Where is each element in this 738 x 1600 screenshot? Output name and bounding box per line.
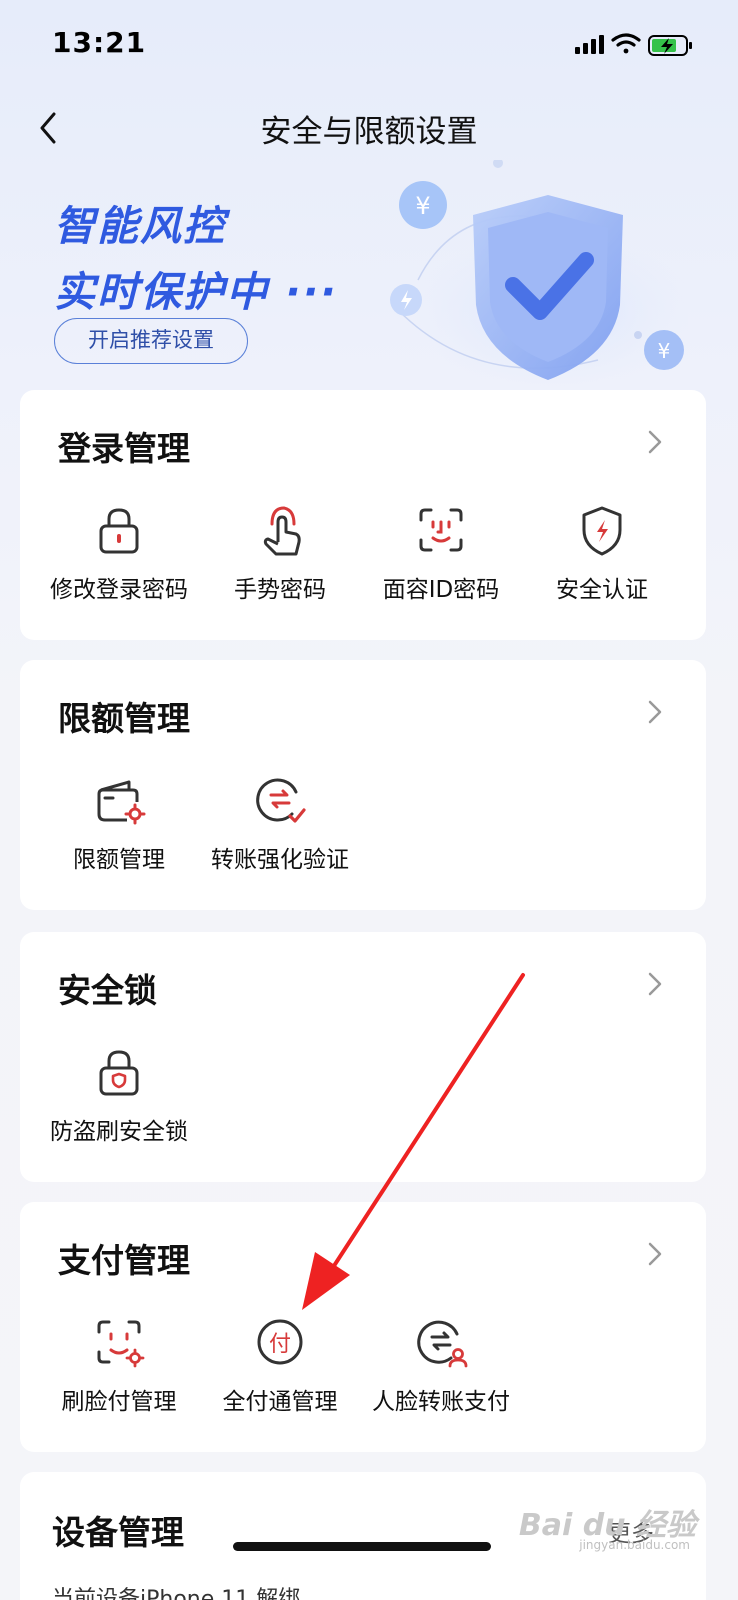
pay-icon: 付 [257,1319,303,1365]
face-id-password-item[interactable]: 面容ID密码 [356,502,526,604]
nav-bar: 安全与限额设置 [0,100,738,160]
face-pay-icon [97,1320,145,1368]
item-label: 全付通管理 [222,1389,338,1415]
shield-icon [582,506,622,556]
risk-banner: 智能风控 实时保护中 ··· 开启推荐设置 ¥ ¥ [0,160,738,390]
item-label: 限额管理 [73,847,165,873]
limit-management-title: 限额管理 [58,699,190,738]
current-device-text: 当前设备iPhone 11 解绑 [52,1587,301,1600]
item-label: 修改登录密码 [50,577,188,603]
gesture-password-item[interactable]: 手势密码 [195,502,365,604]
chevron-right-icon[interactable] [646,970,664,998]
banner-slogan-line2: 实时保护中 ··· [54,268,338,316]
status-icons [573,30,698,64]
security-lock-card: 安全锁 防盗刷安全锁 [20,932,706,1182]
watermark-url: jingyan.baidu.com [579,1538,690,1552]
face-id-icon [419,508,463,552]
banner-slogan-line1: 智能风控 [54,202,226,250]
payment-management-card: 支付管理 刷脸付管理 付 全付通管理 人脸转账支付 [20,1202,706,1452]
chevron-right-icon[interactable] [646,698,664,726]
wifi-icon [611,33,641,54]
page-title: 安全与限额设置 [260,114,478,150]
padlock-icon [99,1050,139,1096]
item-label: 转账强化验证 [211,847,349,873]
status-bar: 13:21 [0,0,738,90]
limit-management-item[interactable]: 限额管理 [34,772,204,874]
chevron-right-icon[interactable] [646,428,664,456]
item-label: 安全认证 [556,577,648,603]
lock-icon [99,508,139,554]
item-label: 刷脸付管理 [61,1389,177,1415]
item-label: 手势密码 [234,577,326,603]
item-label: 面容ID密码 [382,577,500,603]
limit-management-card: 限额管理 限额管理 转账强化验证 [20,660,706,910]
security-lock-title: 安全锁 [58,971,157,1010]
face-transfer-icon [417,1320,468,1368]
login-management-title: 登录管理 [58,429,190,468]
security-authentication-item[interactable]: 安全认证 [517,502,687,604]
item-label: 人脸转账支付 [372,1389,510,1415]
svg-text:¥: ¥ [415,192,430,220]
device-management-title: 设备管理 [52,1513,184,1552]
shield-illustration-icon: ¥ ¥ [390,160,688,390]
face-transfer-payment-item[interactable]: 人脸转账支付 [356,1314,526,1416]
home-indicator[interactable] [233,1542,491,1551]
quanfutong-management-item[interactable]: 付 全付通管理 [195,1314,365,1416]
face-pay-management-item[interactable]: 刷脸付管理 [34,1314,204,1416]
battery-icon [648,35,692,56]
item-label: 防盗刷安全锁 [50,1119,188,1145]
transfer-enhanced-verification-item[interactable]: 转账强化验证 [195,772,365,874]
pay-glyph: 付 [269,1332,291,1357]
svg-text:¥: ¥ [658,339,671,363]
gesture-icon [263,506,301,556]
wallet-settings-icon [97,780,146,825]
change-login-password-item[interactable]: 修改登录密码 [34,502,204,604]
signal-icon [575,35,604,54]
login-management-card: 登录管理 修改登录密码 手势密码 面容ID密码 安全认证 [20,390,706,640]
status-time: 13:21 [52,26,147,59]
payment-management-title: 支付管理 [58,1241,190,1280]
enable-recommended-settings-button[interactable]: 开启推荐设置 [54,318,248,364]
anti-fraud-lock-item[interactable]: 防盗刷安全锁 [34,1044,204,1146]
transfer-verify-icon [256,778,306,823]
chevron-right-icon[interactable] [646,1240,664,1268]
